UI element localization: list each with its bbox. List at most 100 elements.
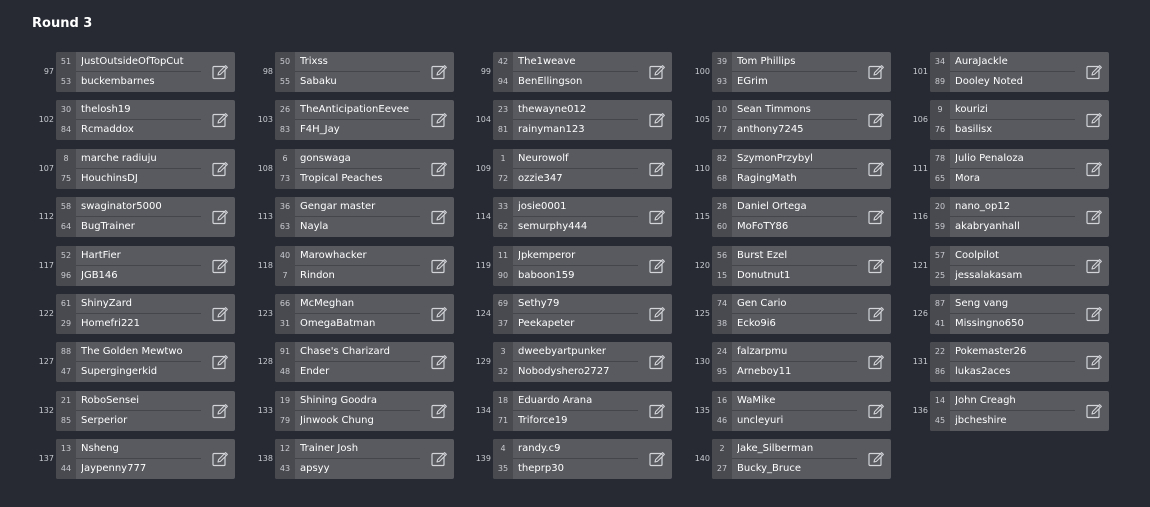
player-slot-bottom[interactable]: 76 basilisx (930, 120, 1109, 140)
player-slot-bottom[interactable]: 63 Nayla (275, 217, 454, 237)
player-slot-top[interactable]: 34 AuraJackle (930, 52, 1109, 72)
player-slot-bottom[interactable]: 15 Donutnut1 (712, 266, 891, 286)
player-slot-top[interactable]: 3 dweebyartpunker (493, 342, 672, 362)
player-slot-top[interactable]: 9 kourizi (930, 100, 1109, 120)
player-slot-top[interactable]: 19 Shining Goodra (275, 391, 454, 411)
edit-match-button[interactable] (868, 64, 886, 80)
player-slot-bottom[interactable]: 71 Triforce19 (493, 411, 672, 431)
edit-match-button[interactable] (1086, 209, 1104, 225)
edit-match-button[interactable] (868, 354, 886, 370)
player-slot-top[interactable]: 2 Jake_Silberman (712, 439, 891, 459)
player-slot-bottom[interactable]: 60 MoFoTY86 (712, 217, 891, 237)
edit-match-button[interactable] (1086, 403, 1104, 419)
player-slot-top[interactable]: 50 Trixss (275, 52, 454, 72)
player-slot-top[interactable]: 23 thewayne012 (493, 100, 672, 120)
player-slot-top[interactable]: 11 Jpkemperor (493, 246, 672, 266)
player-slot-bottom[interactable]: 81 rainyman123 (493, 120, 672, 140)
player-slot-bottom[interactable]: 25 jessalakasam (930, 266, 1109, 286)
player-slot-top[interactable]: 33 josie0001 (493, 197, 672, 217)
edit-match-button[interactable] (1086, 306, 1104, 322)
edit-match-button[interactable] (212, 112, 230, 128)
edit-match-button[interactable] (649, 403, 667, 419)
edit-match-button[interactable] (431, 64, 449, 80)
edit-match-button[interactable] (1086, 161, 1104, 177)
edit-match-button[interactable] (868, 112, 886, 128)
player-slot-bottom[interactable]: 65 Mora (930, 169, 1109, 189)
player-slot-bottom[interactable]: 85 Serperior (56, 411, 235, 431)
player-slot-bottom[interactable]: 55 Sabaku (275, 72, 454, 92)
player-slot-bottom[interactable]: 77 anthony7245 (712, 120, 891, 140)
player-slot-top[interactable]: 4 randy.c9 (493, 439, 672, 459)
edit-match-button[interactable] (431, 354, 449, 370)
player-slot-bottom[interactable]: 62 semurphy444 (493, 217, 672, 237)
player-slot-top[interactable]: 26 TheAnticipationEevee (275, 100, 454, 120)
edit-match-button[interactable] (868, 306, 886, 322)
player-slot-bottom[interactable]: 59 akabryanhall (930, 217, 1109, 237)
player-slot-top[interactable]: 42 The1weave (493, 52, 672, 72)
player-slot-top[interactable]: 20 nano_op12 (930, 197, 1109, 217)
edit-match-button[interactable] (868, 209, 886, 225)
edit-match-button[interactable] (868, 258, 886, 274)
player-slot-bottom[interactable]: 48 Ender (275, 362, 454, 382)
player-slot-top[interactable]: 21 RoboSensei (56, 391, 235, 411)
edit-match-button[interactable] (431, 112, 449, 128)
edit-match-button[interactable] (431, 451, 449, 467)
edit-match-button[interactable] (212, 161, 230, 177)
player-slot-bottom[interactable]: 27 Bucky_Bruce (712, 459, 891, 479)
player-slot-bottom[interactable]: 32 Nobodyshero2727 (493, 362, 672, 382)
player-slot-bottom[interactable]: 95 Arneboy11 (712, 362, 891, 382)
edit-match-button[interactable] (1086, 258, 1104, 274)
player-slot-bottom[interactable]: 37 Peekapeter (493, 314, 672, 334)
player-slot-bottom[interactable]: 89 Dooley Noted (930, 72, 1109, 92)
player-slot-bottom[interactable]: 35 theprp30 (493, 459, 672, 479)
player-slot-top[interactable]: 8 marche radiuju (56, 149, 235, 169)
player-slot-top[interactable]: 14 John Creagh (930, 391, 1109, 411)
player-slot-top[interactable]: 88 The Golden Mewtwo (56, 342, 235, 362)
player-slot-top[interactable]: 18 Eduardo Arana (493, 391, 672, 411)
player-slot-top[interactable]: 82 SzymonPrzybyl (712, 149, 891, 169)
player-slot-top[interactable]: 13 Nsheng (56, 439, 235, 459)
player-slot-bottom[interactable]: 84 Rcmaddox (56, 120, 235, 140)
player-slot-top[interactable]: 51 JustOutsideOfTopCut (56, 52, 235, 72)
player-slot-bottom[interactable]: 94 BenEllingson (493, 72, 672, 92)
edit-match-button[interactable] (431, 161, 449, 177)
player-slot-top[interactable]: 87 Seng vang (930, 294, 1109, 314)
edit-match-button[interactable] (212, 258, 230, 274)
edit-match-button[interactable] (212, 209, 230, 225)
player-slot-top[interactable]: 10 Sean Timmons (712, 100, 891, 120)
player-slot-bottom[interactable]: 31 OmegaBatman (275, 314, 454, 334)
edit-match-button[interactable] (868, 161, 886, 177)
edit-match-button[interactable] (649, 258, 667, 274)
player-slot-bottom[interactable]: 38 Ecko9i6 (712, 314, 891, 334)
player-slot-top[interactable]: 28 Daniel Ortega (712, 197, 891, 217)
player-slot-top[interactable]: 52 HartFier (56, 246, 235, 266)
player-slot-top[interactable]: 58 swaginator5000 (56, 197, 235, 217)
edit-match-button[interactable] (649, 161, 667, 177)
edit-match-button[interactable] (431, 306, 449, 322)
player-slot-bottom[interactable]: 44 Jaypenny777 (56, 459, 235, 479)
edit-match-button[interactable] (649, 209, 667, 225)
edit-match-button[interactable] (431, 209, 449, 225)
player-slot-top[interactable]: 16 WaMike (712, 391, 891, 411)
edit-match-button[interactable] (1086, 64, 1104, 80)
player-slot-bottom[interactable]: 73 Tropical Peaches (275, 169, 454, 189)
player-slot-top[interactable]: 36 Gengar master (275, 197, 454, 217)
player-slot-top[interactable]: 39 Tom Phillips (712, 52, 891, 72)
player-slot-bottom[interactable]: 86 lukas2aces (930, 362, 1109, 382)
edit-match-button[interactable] (1086, 112, 1104, 128)
player-slot-top[interactable]: 74 Gen Cario (712, 294, 891, 314)
edit-match-button[interactable] (649, 451, 667, 467)
edit-match-button[interactable] (868, 403, 886, 419)
player-slot-bottom[interactable]: 43 apsyy (275, 459, 454, 479)
player-slot-top[interactable]: 61 ShinyZard (56, 294, 235, 314)
edit-match-button[interactable] (649, 64, 667, 80)
edit-match-button[interactable] (212, 354, 230, 370)
player-slot-top[interactable]: 40 Marowhacker (275, 246, 454, 266)
edit-match-button[interactable] (1086, 354, 1104, 370)
player-slot-bottom[interactable]: 83 F4H_Jay (275, 120, 454, 140)
player-slot-top[interactable]: 6 gonswaga (275, 149, 454, 169)
player-slot-top[interactable]: 1 Neurowolf (493, 149, 672, 169)
player-slot-top[interactable]: 12 Trainer Josh (275, 439, 454, 459)
edit-match-button[interactable] (868, 451, 886, 467)
player-slot-bottom[interactable]: 68 RagingMath (712, 169, 891, 189)
